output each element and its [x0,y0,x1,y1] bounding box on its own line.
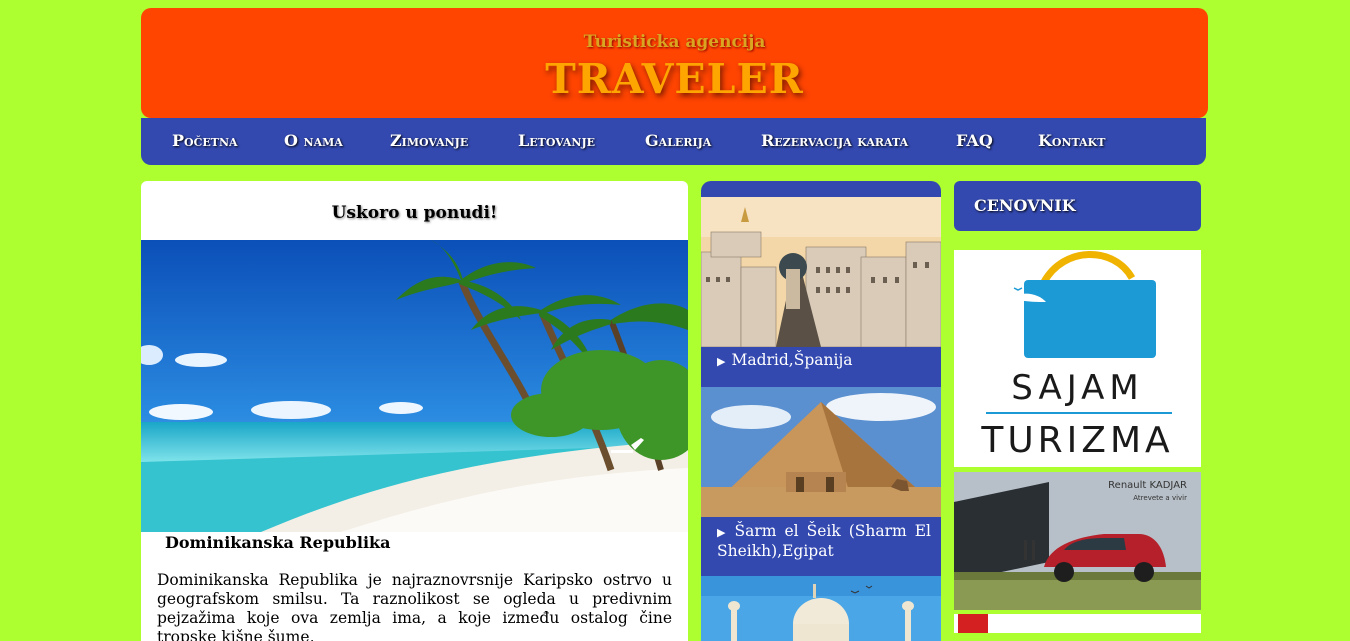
destination-madrid-label: Madrid,Španija [731,351,853,369]
destination-sharm-label: Šarm el Šeik (Sharm El Sheikh),Egipat [717,522,931,560]
nav-item-pocetna[interactable]: Početna [172,131,238,150]
nav-item-letovanje[interactable]: Letovanje [518,131,595,150]
triangle-right-icon: ▶ [717,526,729,539]
madrid-image[interactable] [701,197,941,347]
featured-offer: Uskoro u ponudi! Dominikanska Republika … [141,181,688,641]
destinations-column: ▶ Madrid,Španija ▶ Šarm el Šeik (Sharm El … [701,181,941,641]
triangle-right-icon: ▶ [717,355,726,368]
nav-item-zimovanje[interactable]: Zimovanje [390,131,468,150]
destination-sharm[interactable]: ▶ Šarm el Šeik (Sharm El Sheikh),Egipat [717,522,931,561]
featured-caption: Dominikanska Republika [165,533,391,552]
beach-image [141,240,688,532]
site-title: TRAVELER [545,55,804,103]
egypt-image[interactable] [701,387,941,517]
nav-item-galerija[interactable]: Galerija [645,131,711,150]
nav-item-rezervacija-karata[interactable]: Rezervacija karata [761,131,908,150]
site-subtitle: Turisticka agencija [583,32,766,52]
page: Turisticka agencija TRAVELER Početna O n… [0,0,1350,641]
main-navigation: Početna O nama Zimovanje Letovanje Galer… [141,118,1206,165]
kadjar-tagline: Atrevete a vivir [1133,494,1187,502]
featured-description: Dominikanska Republika je najraznovrsnij… [157,571,672,641]
turizma-text: TURIZMA [981,420,1174,461]
kadjar-brand: Renault KADJAR [1108,480,1187,491]
site-header: Turisticka agencija TRAVELER [141,8,1208,118]
taj-mahal-image[interactable] [701,576,941,641]
sajam-text: SAJAM [1011,368,1144,408]
third-ad[interactable] [954,614,1201,633]
destination-madrid[interactable]: ▶ Madrid,Španija [717,351,931,371]
renault-kadjar-ad[interactable]: Renault KADJAR Atrevete a vivir [954,472,1201,610]
nav-item-faq[interactable]: FAQ [956,131,993,150]
price-list-label: CENOVNIK [974,196,1076,215]
featured-heading: Uskoro u ponudi! [331,203,498,223]
nav-item-o-nama[interactable]: O nama [284,131,343,150]
ad-logo-icon [958,614,988,633]
kadjar-text: Renault KADJAR Atrevete a vivir [1108,480,1187,504]
nav-item-kontakt[interactable]: Kontakt [1038,131,1105,150]
sajam-turizma-ad[interactable]: SAJAM TURIZMA [954,250,1201,467]
price-list-button[interactable]: CENOVNIK [954,181,1201,231]
